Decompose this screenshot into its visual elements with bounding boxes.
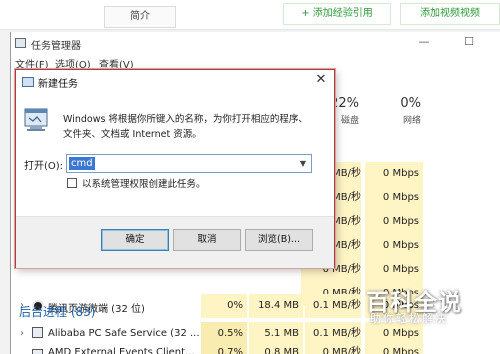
app-window-icon [32,327,43,338]
qq-cpu: 0% [201,294,247,318]
network-percent: 0% [400,96,421,111]
chevron-down-icon[interactable]: ▼ [295,156,311,171]
task-manager-titlebar[interactable]: 任务管理器 — ☐ [11,32,500,54]
row-3-network: 0 Mbps [365,210,423,234]
app-window-icon [32,349,43,354]
admin-privileges-checkbox[interactable] [67,178,77,188]
run-dialog-icon [22,77,34,87]
dialog-title: 新建任务 [38,79,78,90]
qq-memory: 18.4 MB [249,294,303,318]
open-label: 打开(O): [24,161,64,172]
open-input-value[interactable]: cmd [69,157,95,170]
network-column-label: 网络 [402,116,421,126]
amd-network: 0 Mbps [365,346,423,354]
amd-memory: 0.8 MB [249,346,303,354]
run-program-icon [24,108,48,131]
admin-privileges-label[interactable]: 以系统管理权限创建此任务。 [82,176,206,190]
cancel-button[interactable]: 取消 [173,229,241,251]
alibaba-disk: 0.1 MB/秒 [305,322,361,346]
task-manager-icon [15,38,26,48]
row-5-network: 0 Mbps [365,258,423,282]
amd-cpu: 0.7% [201,346,247,354]
maximize-button[interactable]: ☐ [460,34,478,50]
description-line-1: Windows 将根据你所键入的名称，为你打开相应的程序、 [63,114,308,125]
expand-chevron-icon[interactable]: › [20,328,24,339]
open-combobox[interactable]: cmd ▼ [66,154,312,173]
create-new-task-dialog: 新建任务 ✕ Windows 将根据你所键入的名称，为你打开相应的程序、 文件夹… [15,69,335,268]
alibaba-memory: 5.1 MB [249,322,303,346]
alibaba-cpu: 0.5% [201,322,247,346]
browse-button[interactable]: 浏览(B)... [245,229,313,251]
row-4-network: 0 Mbps [365,234,423,258]
amd-disk: 0 MB/秒 [305,346,361,354]
task-manager-title: 任务管理器 [31,41,81,52]
dialog-description: Windows 将根据你所键入的名称，为你打开相应的程序、 文件夹、文档或 In… [63,112,323,142]
add-experience-button[interactable]: + 添加经验引用 [283,3,391,25]
menu-bar: 文件(F) 选项(O) 查看(V) [11,54,500,71]
row-1-network: 0 Mbps [365,162,423,186]
add-video-button[interactable]: 添加视频视频 [400,3,500,25]
ok-button[interactable]: 确定 [101,229,169,251]
watermark-subtitle: 助你轻松解决 [370,312,448,325]
column-header-network[interactable]: 0% 网络 [369,96,425,136]
qq-disk: 0.1 MB/秒 [305,294,361,318]
description-line-2: 文件夹、文档或 Internet 资源。 [63,129,202,140]
web-intro-tab[interactable]: 简介 [104,6,176,28]
process-name-amd: AMD External Events Client... [48,347,195,354]
background-processes-header[interactable]: 后台进程 (83) [19,303,95,320]
minimize-button[interactable]: — [415,34,433,50]
process-name-alibaba: Alibaba PC Safe Service (32 ... [48,328,200,339]
close-button[interactable]: ✕ [312,72,330,88]
row-2-network: 0 Mbps [365,186,423,210]
